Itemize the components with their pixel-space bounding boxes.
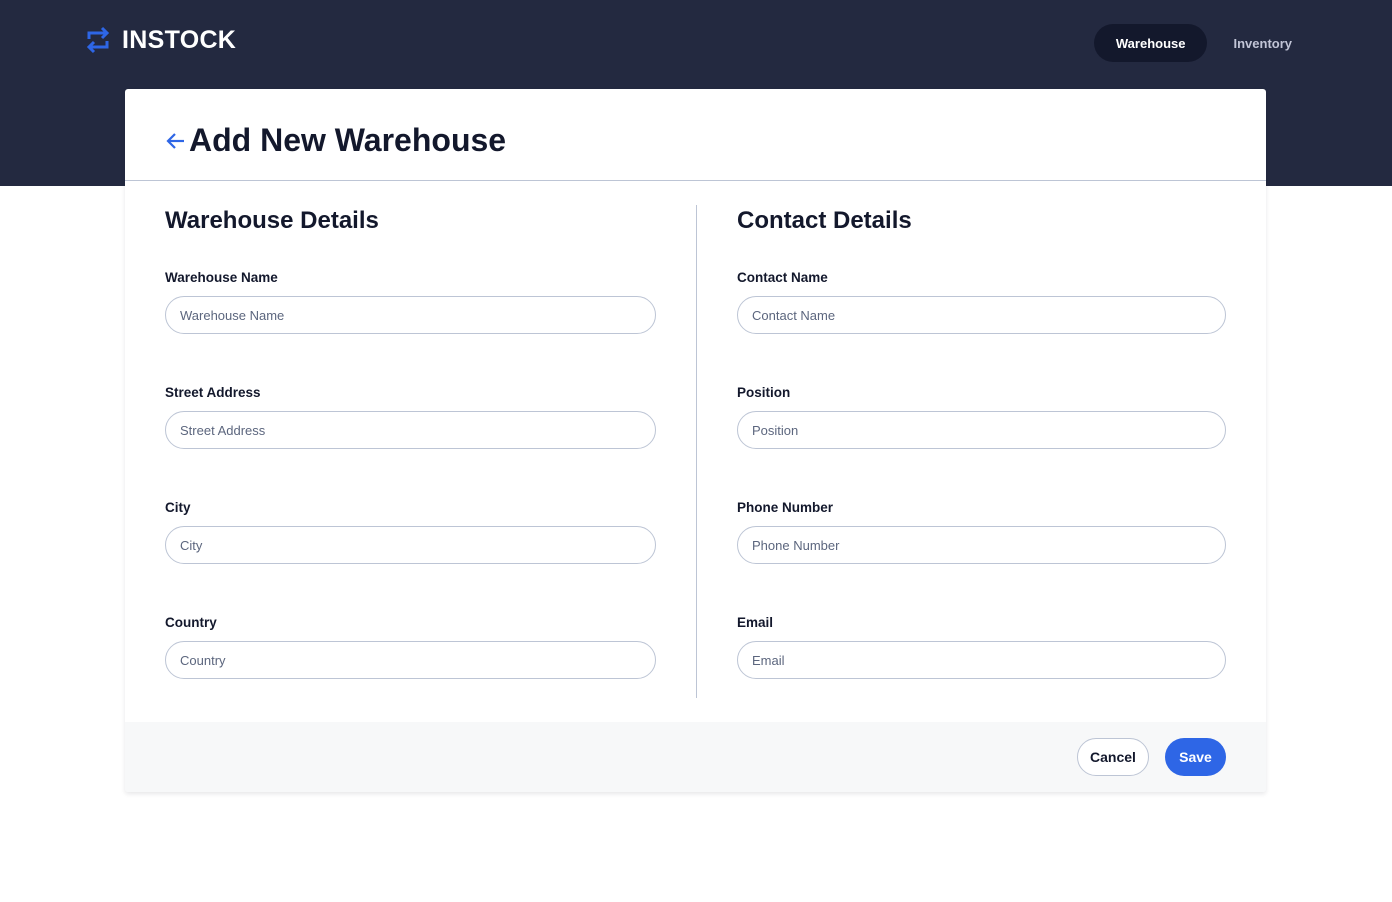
warehouse-name-field: Warehouse Name xyxy=(165,270,656,334)
phone-number-field: Phone Number xyxy=(737,500,1226,564)
city-input[interactable] xyxy=(165,526,656,564)
street-address-label: Street Address xyxy=(165,385,261,400)
top-navigation-bar: INSTOCK Warehouse Inventory xyxy=(0,0,1392,86)
logo[interactable]: INSTOCK xyxy=(84,25,236,55)
email-label: Email xyxy=(737,615,774,630)
email-input[interactable] xyxy=(737,641,1226,679)
add-warehouse-card: Add New Warehouse Warehouse Details Ware… xyxy=(125,89,1266,792)
position-label: Position xyxy=(737,385,791,400)
city-label: City xyxy=(165,500,191,515)
warehouse-name-input[interactable] xyxy=(165,296,656,334)
phone-number-label: Phone Number xyxy=(737,500,834,515)
nav-item-inventory[interactable]: Inventory xyxy=(1207,24,1292,62)
warehouse-details-title: Warehouse Details xyxy=(165,207,379,234)
street-address-field: Street Address xyxy=(165,385,656,449)
country-field: Country xyxy=(165,615,656,679)
page-title: Add New Warehouse xyxy=(189,122,507,158)
logo-text: INSTOCK xyxy=(122,25,237,54)
save-button[interactable]: Save xyxy=(1165,738,1226,776)
arrow-left-icon[interactable] xyxy=(165,130,187,152)
warehouse-form: Warehouse Details Warehouse Name Street … xyxy=(125,181,1266,722)
contact-name-field: Contact Name xyxy=(737,270,1226,334)
street-address-input[interactable] xyxy=(165,411,656,449)
position-field: Position xyxy=(737,385,1226,449)
phone-number-input[interactable] xyxy=(737,526,1226,564)
country-input[interactable] xyxy=(165,641,656,679)
nav-item-warehouse[interactable]: Warehouse xyxy=(1093,24,1208,62)
swap-arrows-icon xyxy=(86,26,110,54)
country-label: Country xyxy=(165,615,217,630)
warehouse-name-label: Warehouse Name xyxy=(165,270,278,285)
city-field: City xyxy=(165,500,656,564)
contact-details-section: Contact Details Contact Name Position Ph… xyxy=(737,207,1226,679)
main-nav: Warehouse Inventory xyxy=(1093,24,1292,62)
contact-name-label: Contact Name xyxy=(737,270,828,285)
section-divider xyxy=(696,205,697,698)
contact-details-title: Contact Details xyxy=(737,207,912,234)
card-header: Add New Warehouse xyxy=(125,89,1266,181)
position-input[interactable] xyxy=(737,411,1226,449)
email-field: Email xyxy=(737,615,1226,679)
cancel-button[interactable]: Cancel xyxy=(1077,738,1149,776)
contact-name-input[interactable] xyxy=(737,296,1226,334)
form-actions-bar: Cancel Save xyxy=(125,722,1266,792)
warehouse-details-section: Warehouse Details Warehouse Name Street … xyxy=(165,207,656,679)
